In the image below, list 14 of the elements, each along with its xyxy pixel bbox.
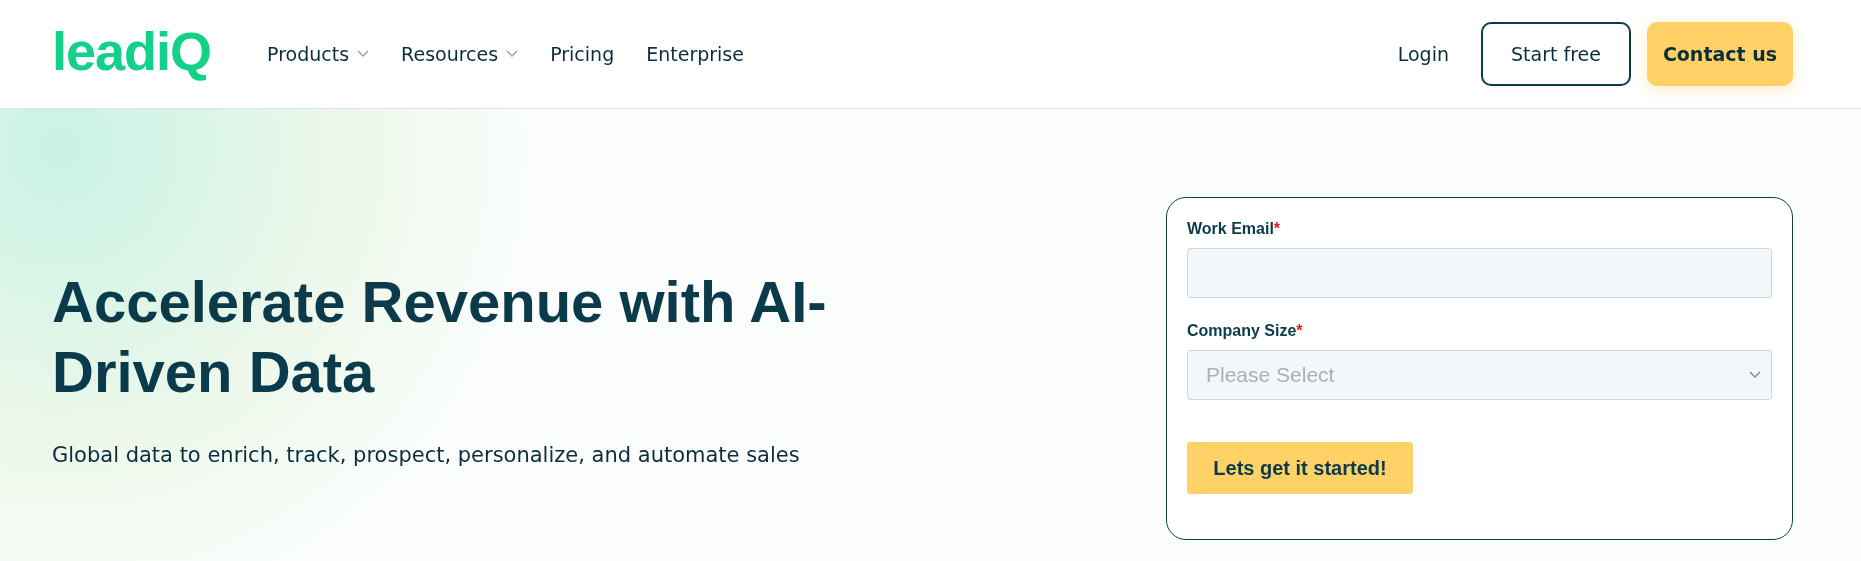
submit-button[interactable]: Lets get it started! xyxy=(1187,442,1413,494)
email-input[interactable] xyxy=(1187,248,1772,298)
nav-link[interactable]: Products xyxy=(267,43,370,65)
hero-heading: Accelerate Revenue with AI-Driven Data xyxy=(52,268,828,406)
nav-link[interactable]: Pricing xyxy=(550,43,615,65)
contact-us-button[interactable]: Contact us xyxy=(1647,22,1793,86)
hero-subtitle: Global data to enrich, track, prospect, personalize, and automate sales xyxy=(52,443,801,467)
field-label: Work Email* xyxy=(1187,220,1281,238)
nav-link[interactable]: Enterprise xyxy=(646,43,744,65)
nav-link[interactable]: Resources xyxy=(401,43,519,65)
login-link[interactable]: Login xyxy=(1397,43,1449,65)
field-label: Company Size* xyxy=(1187,322,1303,340)
chevron-down-icon xyxy=(1749,371,1761,379)
start-free-button[interactable]: Start free xyxy=(1481,22,1631,86)
